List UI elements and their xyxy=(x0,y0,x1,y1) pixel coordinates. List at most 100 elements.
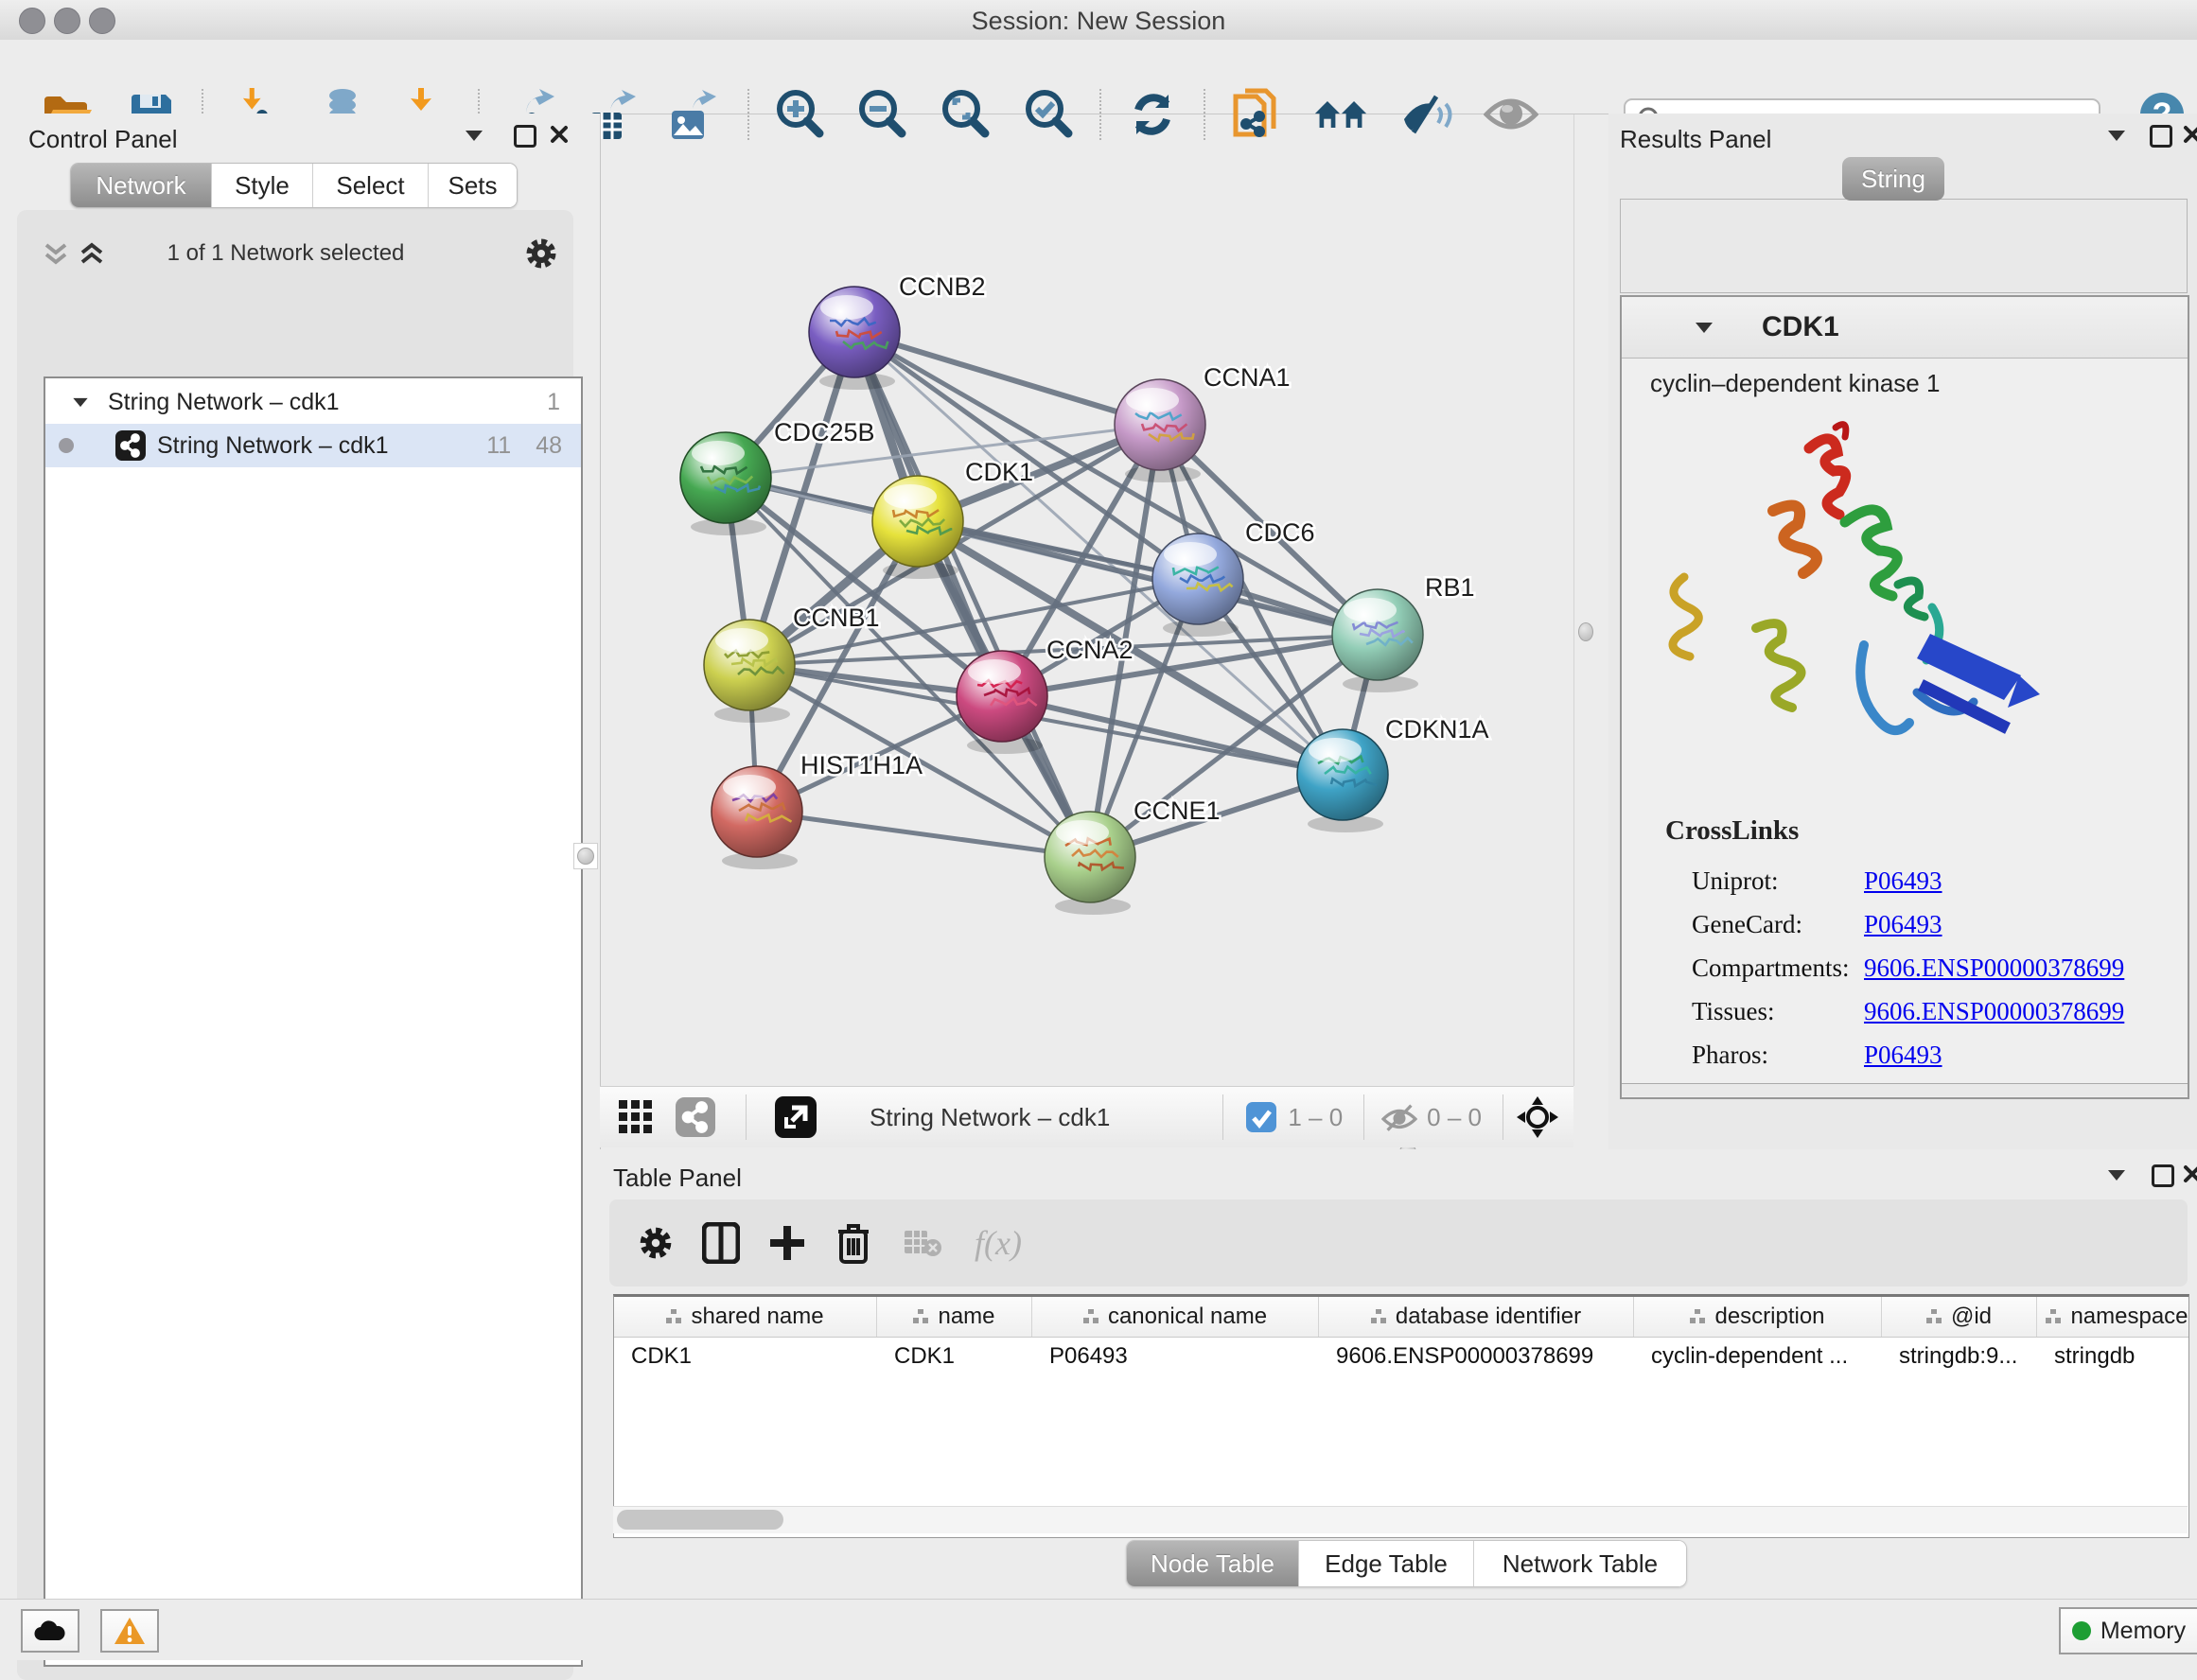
column-header-shared-name[interactable]: shared name xyxy=(614,1297,877,1337)
tab-edge-table[interactable]: Edge Table xyxy=(1298,1541,1473,1586)
warning-button[interactable] xyxy=(100,1609,159,1653)
cloud-icon xyxy=(33,1619,67,1642)
table-header-row: shared namenamecanonical namedatabase id… xyxy=(614,1297,2188,1338)
tab-select[interactable]: Select xyxy=(312,164,428,207)
section-collapse-icon[interactable] xyxy=(1696,323,1713,333)
panel-menu-icon[interactable] xyxy=(2108,131,2125,141)
tab-network[interactable]: Network xyxy=(71,164,211,207)
column-header-name[interactable]: name xyxy=(877,1297,1032,1337)
table-row[interactable]: CDK1CDK1P064939606.ENSP00000378699cyclin… xyxy=(614,1338,2188,1375)
collection-expand-icon[interactable] xyxy=(73,397,87,406)
grid-view-icon[interactable] xyxy=(617,1098,655,1136)
network-edge[interactable] xyxy=(854,332,1160,425)
panel-float-icon[interactable] xyxy=(2152,1164,2174,1187)
tab-string[interactable]: String xyxy=(1842,157,1944,201)
column-type-icon xyxy=(913,1309,928,1324)
protein-result-box: CDK1 cyclin–dependent kinase 1 CrossLink… xyxy=(1620,295,2189,1099)
table-toolbar: f(x) xyxy=(609,1199,2188,1286)
node-label: CCNA1 xyxy=(1204,363,1291,392)
column-header-canonical-name[interactable]: canonical name xyxy=(1032,1297,1319,1337)
crosslink-row: Pharos:P06493 xyxy=(1692,1041,1942,1070)
hscrollbar-thumb[interactable] xyxy=(617,1510,783,1530)
crosslink-link[interactable]: P06493 xyxy=(1864,1041,1942,1069)
table-cell[interactable]: cyclin-dependent ... xyxy=(1634,1338,1882,1375)
panel-menu-icon[interactable] xyxy=(2108,1170,2125,1181)
table-panel: Table Panel f(x) shared namenamecanonica… xyxy=(600,1149,2197,1599)
column-header-namespace[interactable]: namespace xyxy=(2037,1297,2189,1337)
crosslink-link[interactable]: 9606.ENSP00000378699 xyxy=(1864,997,2124,1025)
network-selected-status: 1 of 1 Network selected xyxy=(26,240,545,267)
selected-counts: 1 – 0 xyxy=(1288,1103,1343,1132)
collection-count: 1 xyxy=(547,389,560,416)
cloud-button[interactable] xyxy=(21,1609,79,1653)
crosslink-label: Uniprot: xyxy=(1692,866,1864,896)
column-type-icon xyxy=(1083,1309,1098,1324)
results-buttons-box: Expand All Collapse All xyxy=(1620,199,2188,293)
panel-float-icon[interactable] xyxy=(514,125,536,148)
add-column-icon[interactable] xyxy=(768,1222,806,1264)
tab-style[interactable]: Style xyxy=(211,164,312,207)
protein-name: CDK1 xyxy=(1762,311,1839,343)
selected-checkbox-icon[interactable] xyxy=(1246,1102,1276,1132)
table-cell[interactable]: 9606.ENSP00000378699 xyxy=(1319,1338,1634,1375)
table-cell[interactable]: stringdb xyxy=(2037,1338,2189,1375)
node-label: CDK1 xyxy=(965,458,1033,486)
control-panel-title: Control Panel xyxy=(28,125,178,154)
delete-column-icon[interactable] xyxy=(836,1222,870,1264)
crosslink-label: Compartments: xyxy=(1692,954,1864,983)
tab-network-table[interactable]: Network Table xyxy=(1473,1541,1686,1586)
table-cell[interactable]: CDK1 xyxy=(614,1338,877,1375)
select-columns-icon[interactable] xyxy=(702,1222,740,1264)
panel-close-icon[interactable] xyxy=(2182,124,2197,145)
panel-close-icon[interactable] xyxy=(2182,1164,2197,1184)
protein-section-header[interactable]: CDK1 xyxy=(1622,297,2188,359)
column-header-description[interactable]: description xyxy=(1634,1297,1882,1337)
table-panel-title: Table Panel xyxy=(613,1164,742,1193)
column-type-icon xyxy=(1371,1309,1386,1324)
crosslink-link[interactable]: P06493 xyxy=(1864,910,1942,938)
table-settings-gear-icon[interactable] xyxy=(638,1225,674,1261)
node-label: HIST1H1A xyxy=(800,751,923,779)
column-header-database-identifier[interactable]: database identifier xyxy=(1319,1297,1634,1337)
crosslink-link[interactable]: P06493 xyxy=(1864,866,1942,895)
table-hscrollbar[interactable] xyxy=(613,1506,2188,1533)
hidden-eye-slash-icon xyxy=(1381,1103,1417,1131)
column-header--id[interactable]: @id xyxy=(1882,1297,2037,1337)
node-label: CCNA2 xyxy=(1046,636,1134,664)
table-cell[interactable]: CDK1 xyxy=(877,1338,1032,1375)
node-label: CDC6 xyxy=(1245,518,1315,547)
network-canvas[interactable]: CCNB2CCNA1CDC25BCDK1CDC6RB1CCNB1CCNA2HIS… xyxy=(600,114,1574,1086)
results-panel: Results Panel String Expand All Collapse… xyxy=(1608,114,2197,1149)
crosslink-label: Pharos: xyxy=(1692,1041,1864,1070)
fit-crosshair-icon[interactable] xyxy=(1517,1096,1558,1138)
left-splitter-handle[interactable] xyxy=(573,843,598,869)
table-cell[interactable]: P06493 xyxy=(1032,1338,1319,1375)
memory-button[interactable]: Memory xyxy=(2059,1607,2197,1654)
crosslink-label: Tissues: xyxy=(1692,997,1864,1026)
network-edge[interactable] xyxy=(757,812,1090,857)
right-splitter-handle[interactable] xyxy=(1578,622,1593,641)
hidden-counts: 0 – 0 xyxy=(1427,1103,1482,1132)
node-table[interactable]: shared namenamecanonical namedatabase id… xyxy=(613,1294,2189,1538)
crosslink-link[interactable]: 9606.ENSP00000378699 xyxy=(1864,954,2124,982)
table-cell[interactable]: stringdb:9... xyxy=(1882,1338,2037,1375)
crosslink-row: Uniprot:P06493 xyxy=(1692,866,1942,896)
panel-float-icon[interactable] xyxy=(2150,125,2172,148)
network-list: String Network – cdk1 1 String Network –… xyxy=(44,376,583,1667)
panel-close-icon[interactable] xyxy=(549,124,570,145)
tab-sets[interactable]: Sets xyxy=(428,164,517,207)
protein-structure-image xyxy=(1650,409,2057,796)
node-label: CDC25B xyxy=(774,418,875,446)
memory-label: Memory xyxy=(2100,1618,2186,1645)
panel-menu-icon[interactable] xyxy=(466,131,483,141)
network-collection-row[interactable]: String Network – cdk1 1 xyxy=(45,380,581,424)
memory-status-dot xyxy=(2072,1621,2091,1640)
column-type-icon xyxy=(666,1309,681,1324)
birdseye-share-icon[interactable] xyxy=(676,1097,715,1137)
open-in-window-icon[interactable] xyxy=(775,1096,817,1138)
network-options-gear-icon[interactable] xyxy=(524,236,558,271)
network-row-selected[interactable]: String Network – cdk1 11 48 xyxy=(45,424,581,467)
collection-name: String Network – cdk1 xyxy=(108,389,340,416)
column-type-icon xyxy=(1926,1309,1942,1324)
tab-node-table[interactable]: Node Table xyxy=(1127,1541,1298,1586)
